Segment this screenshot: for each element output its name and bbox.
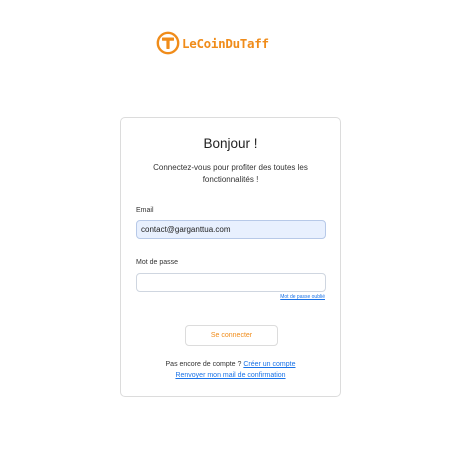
page-title: Bonjour ! bbox=[203, 136, 258, 151]
create-account-link[interactable]: Créer un compte bbox=[243, 361, 295, 368]
login-button[interactable]: Se connecter bbox=[185, 325, 278, 346]
resend-confirmation-link[interactable]: Renvoyer mon mail de confirmation bbox=[175, 372, 285, 379]
resend-confirmation-wrap: Renvoyer mon mail de confirmation bbox=[121, 372, 340, 379]
brand-name: LeCoinDuTaff bbox=[182, 35, 269, 51]
password-field[interactable] bbox=[136, 273, 326, 292]
brand-logo[interactable]: LeCoinDuTaff bbox=[156, 31, 269, 55]
login-card: Bonjour ! Connectez-vous pour profiter d… bbox=[120, 117, 341, 397]
hammer-t-icon bbox=[156, 31, 180, 55]
signup-prompt: Pas encore de compte ? Créer un compte bbox=[121, 361, 340, 368]
email-label: Email bbox=[136, 207, 154, 214]
login-subtitle: Connectez-vous pour profiter des toutes … bbox=[153, 163, 308, 184]
no-account-text: Pas encore de compte ? bbox=[165, 361, 244, 368]
email-field[interactable] bbox=[136, 220, 326, 239]
password-label: Mot de passe bbox=[136, 259, 179, 266]
forgot-password-link[interactable]: Mot de passe oublié bbox=[280, 294, 325, 300]
